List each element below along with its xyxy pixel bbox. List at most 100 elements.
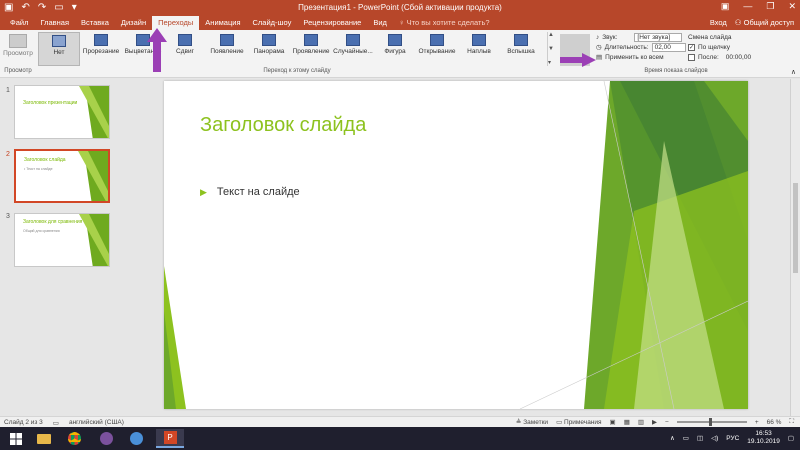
transition-uncover[interactable]: Открывание — [416, 32, 458, 66]
zoom-slider[interactable] — [676, 418, 747, 426]
notes-button[interactable]: ≜ Заметки — [516, 418, 548, 426]
zoom-in-icon[interactable]: + — [755, 419, 759, 426]
transition-push[interactable]: Сдвиг — [164, 32, 206, 66]
tray-expand-icon[interactable]: ∧ — [670, 434, 675, 442]
slide-number: 1 — [6, 87, 10, 94]
transition-reveal[interactable]: Проявление — [290, 32, 332, 66]
after-checkbox[interactable] — [688, 53, 695, 61]
ribbon-display-options-icon[interactable]: ▣ — [721, 1, 730, 12]
normal-view-icon[interactable]: ▣ — [610, 418, 616, 426]
tab-animations[interactable]: Анимация — [199, 16, 246, 30]
folder-icon — [37, 433, 51, 444]
preview-group-label: Просмотр — [4, 68, 32, 74]
viber-app[interactable] — [92, 429, 120, 448]
close-icon[interactable]: ✕ — [788, 1, 796, 12]
transition-pan[interactable]: Панорама — [248, 32, 290, 66]
slide-number: 3 — [6, 213, 10, 220]
tab-view[interactable]: Вид — [367, 16, 393, 30]
vertical-scrollbar[interactable] — [790, 79, 800, 416]
zoom-out-icon[interactable]: − — [665, 419, 669, 426]
signin-link[interactable]: Вход — [710, 18, 727, 27]
tell-me-search[interactable]: ♀ Что вы хотите сделать? — [393, 16, 496, 30]
thumbnail-decoration — [79, 214, 109, 266]
window-title: Презентация1 - PowerPoint (Сбой активаци… — [298, 3, 502, 12]
scroll-up-icon[interactable]: ▲ — [548, 32, 556, 38]
thumbnail-decoration — [78, 151, 108, 201]
zoom-level[interactable]: 66 % — [767, 419, 782, 426]
comments-button[interactable]: ▭ Примечания — [556, 418, 601, 426]
collapse-ribbon-icon[interactable]: ∧ — [791, 68, 796, 76]
bullet-arrow-icon: ▶ — [200, 186, 207, 197]
apply-all-icon: ▤ — [596, 54, 603, 61]
person-icon: ⚇ — [734, 18, 744, 27]
transition-flash[interactable]: Вспышка — [500, 32, 542, 66]
transition-random-bars[interactable]: Случайные... — [332, 32, 374, 66]
slide-thumbnails-pane: 1 Заголовок презентации 2 Заголовок слай… — [0, 79, 122, 416]
reading-view-icon[interactable]: ▥ — [638, 418, 644, 426]
ribbon: Просмотр Просмотр Нет Прорезание Выцвета… — [0, 30, 800, 78]
notifications-icon[interactable]: ▢ — [788, 434, 794, 442]
tab-slideshow[interactable]: Слайд-шоу — [247, 16, 298, 30]
sorter-view-icon[interactable]: ▦ — [624, 418, 630, 426]
preview-icon — [9, 34, 27, 48]
language-indicator[interactable]: английский (США) — [69, 419, 124, 427]
powerpoint-app[interactable]: P — [156, 429, 184, 448]
transition-cover[interactable]: Наплыв — [458, 32, 500, 66]
duration-input[interactable]: 02,00 — [651, 42, 686, 52]
transition-push-icon — [178, 34, 192, 46]
transition-none[interactable]: Нет — [38, 32, 80, 66]
transition-cut[interactable]: Прорезание — [80, 32, 122, 66]
slideshow-view-icon[interactable]: ▶ — [652, 418, 657, 426]
transition-pan-icon — [262, 34, 276, 46]
proofing-icon[interactable]: ▭ — [53, 419, 59, 427]
zoom-slider-knob[interactable] — [708, 418, 712, 426]
preview-button[interactable]: Просмотр — [2, 32, 34, 66]
slide-thumbnail-3[interactable]: Заголовок для сравнения Общий для сравне… — [14, 213, 110, 267]
clock-icon: ◷ — [596, 44, 602, 51]
slide-bullet[interactable]: ▶ Текст на слайде — [200, 186, 300, 198]
transition-shape-icon — [388, 34, 402, 46]
network-icon[interactable]: ◫ — [697, 434, 703, 442]
input-language[interactable]: РУС — [726, 435, 739, 442]
maximize-icon[interactable]: ❐ — [766, 1, 774, 12]
on-click-checkbox[interactable]: ✓ — [688, 43, 695, 51]
scroll-down-icon[interactable]: ▼ — [548, 46, 556, 52]
volume-icon[interactable]: ◁) — [711, 434, 718, 442]
timing-group: ♪ Звук: [Нет звука] ◷ Длительность: 02,00 ▤ П… — [596, 32, 686, 62]
transition-cut-icon — [94, 34, 108, 46]
title-bar: ▣ ↶ ↷ ▭ ▾ Презентация1 - PowerPoint (Сбо… — [0, 0, 800, 16]
tab-review[interactable]: Рецензирование — [297, 16, 367, 30]
transition-wipe-icon — [220, 34, 234, 46]
windows-logo-icon — [10, 432, 22, 445]
tab-home[interactable]: Главная — [34, 16, 75, 30]
minimize-icon[interactable]: — — [743, 1, 752, 12]
windows-taskbar: P ∧ ▭ ◫ ◁) РУС 16:53 19.10.2019 ▢ — [0, 427, 800, 450]
transition-wipe[interactable]: Появление — [206, 32, 248, 66]
chrome-app[interactable] — [60, 429, 88, 448]
fit-to-window-icon[interactable]: ⛶ — [789, 418, 794, 426]
slide-number: 2 — [6, 151, 10, 158]
annotation-arrow-right — [560, 53, 596, 67]
slide-thumbnail-2[interactable]: Заголовок слайда • Текст на слайде — [14, 149, 110, 203]
after-time-input[interactable]: 00:00,00 — [726, 54, 760, 61]
tab-file[interactable]: Файл — [4, 16, 34, 30]
clock[interactable]: 16:53 19.10.2019 — [747, 430, 780, 446]
slide-thumbnail-1[interactable]: Заголовок презентации — [14, 85, 110, 139]
slide-title[interactable]: Заголовок слайда — [200, 114, 366, 137]
gallery-scroll[interactable]: ▲ ▼ ▾ — [547, 32, 556, 66]
status-bar: Слайд 2 из 3 ▭ английский (США) ≜ Заметк… — [0, 416, 800, 427]
more-icon[interactable]: ▾ — [548, 59, 556, 66]
transition-none-icon — [52, 35, 66, 47]
battery-icon[interactable]: ▭ — [683, 434, 689, 442]
window-controls: ▣ — ❐ ✕ — [721, 1, 796, 12]
file-explorer-app[interactable] — [30, 429, 58, 448]
sound-dropdown[interactable]: [Нет звука] — [634, 32, 683, 42]
current-slide[interactable]: Заголовок слайда ▶ Текст на слайде — [164, 81, 748, 409]
paint-app[interactable] — [122, 429, 150, 448]
transition-shape[interactable]: Фигура — [374, 32, 416, 66]
scroll-thumb[interactable] — [793, 183, 798, 273]
apply-to-all-button[interactable]: ▤ Применить ко всем — [596, 52, 686, 62]
start-button[interactable] — [2, 429, 30, 448]
tab-insert[interactable]: Вставка — [75, 16, 115, 30]
share-button[interactable]: ⚇ Общий доступ — [735, 18, 794, 27]
